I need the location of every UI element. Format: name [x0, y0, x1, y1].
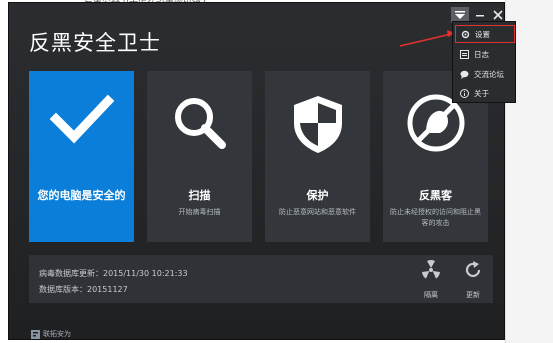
- close-icon: [493, 10, 503, 20]
- quarantine-label: 隔离: [424, 291, 438, 299]
- brand-name: 联拓安为: [43, 330, 71, 338]
- db-version-text: 数据库版本：20151127: [39, 285, 128, 294]
- quarantine-button[interactable]: 隔离: [415, 260, 447, 300]
- menu-item-forum[interactable]: 交流论坛: [455, 65, 515, 83]
- tile-safe-status[interactable]: 您的电脑是安全的: [29, 71, 134, 242]
- log-icon: [460, 49, 469, 59]
- update-label: 更新: [466, 291, 480, 299]
- tile-description: 防止未经授权的访问和阻止黑客的攻击: [390, 208, 481, 227]
- checkmark-icon: [49, 94, 114, 144]
- tile-title: 保护: [306, 189, 329, 202]
- magnifier-icon: [174, 98, 226, 149]
- update-button[interactable]: 更新: [457, 260, 489, 300]
- menu-item-label: 日志: [474, 49, 489, 59]
- menu-item-label: 关于: [474, 88, 489, 98]
- radiation-icon: [422, 260, 440, 279]
- gear-icon: [461, 30, 470, 39]
- tile-description: 开始病毒扫描: [178, 208, 221, 216]
- info-icon: [460, 88, 469, 98]
- brand-logo-icon: [31, 329, 40, 339]
- refresh-icon: [465, 261, 481, 278]
- chevron-down-icon: [455, 11, 465, 19]
- shield-icon: [293, 96, 342, 153]
- tile-protect[interactable]: 保护 防止恶意网站和恶意软件: [265, 71, 370, 242]
- app-window: 反黑安全卫士 您的电脑是安全的 扫描 开始病毒扫描 保护 防止恶意网站和恶意软件…: [8, 2, 505, 340]
- tile-description: 防止恶意网站和恶意软件: [279, 208, 356, 216]
- tile-title: 您的电脑是安全的: [37, 189, 126, 202]
- menu-item-log[interactable]: 日志: [455, 45, 515, 63]
- tile-scan[interactable]: 扫描 开始病毒扫描: [147, 71, 252, 242]
- tile-title: 扫描: [188, 189, 211, 202]
- status-panel: 病毒数据库更新：2015/11/30 10:21:33 数据库版本：201511…: [29, 255, 493, 303]
- menu-item-label: 交流论坛: [474, 69, 504, 79]
- db-update-text: 病毒数据库更新：2015/11/30 10:21:33: [39, 269, 188, 278]
- brand-footer: 联拓安为: [31, 329, 71, 339]
- menu-item-settings[interactable]: 设置: [455, 25, 515, 43]
- tile-title: 反黑客: [419, 189, 452, 202]
- settings-dropdown-menu: 设置 日志 交流论坛 关于: [452, 21, 516, 103]
- minimize-icon: [476, 15, 484, 17]
- menu-item-about[interactable]: 关于: [455, 84, 515, 102]
- chat-icon: [460, 70, 469, 79]
- menu-item-label: 设置: [475, 29, 490, 39]
- app-title: 反黑安全卫士: [29, 31, 161, 55]
